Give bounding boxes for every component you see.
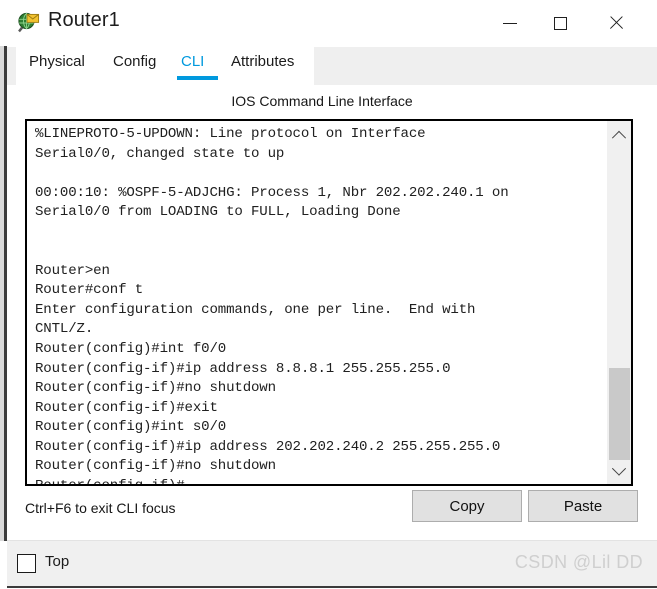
chevron-down-icon [611, 461, 627, 476]
close-button[interactable] [593, 0, 639, 46]
active-tab-indicator [177, 76, 218, 80]
terminal-output: %LINEPROTO-5-UPDOWN: Line protocol on In… [35, 126, 509, 486]
minimize-button[interactable] [487, 0, 533, 46]
router-device-icon [16, 11, 40, 35]
close-icon [608, 15, 624, 31]
top-checkbox[interactable] [17, 554, 36, 573]
cli-panel: IOS Command Line Interface %LINEPROTO-5-… [7, 85, 657, 589]
scroll-up-button[interactable] [607, 123, 631, 147]
tab-physical[interactable]: Physical [29, 53, 85, 76]
watermark: CSDN @Lil DD [514, 552, 643, 572]
tab-config[interactable]: Config [113, 53, 156, 76]
cli-focus-hint: Ctrl+F6 to exit CLI focus [25, 500, 176, 516]
panel-title: IOS Command Line Interface [231, 93, 413, 109]
maximize-icon [553, 16, 567, 30]
chevron-up-icon [611, 130, 627, 145]
adjacent-window-edge [0, 0, 7, 588]
window-title: Router1 [48, 9, 120, 31]
tab-bar: Physical Config CLI Attributes [7, 47, 657, 85]
minimize-icon [503, 22, 517, 24]
bottom-bar: Top CSDN @Lil DD [7, 540, 657, 588]
tab-attributes[interactable]: Attributes [231, 53, 294, 76]
terminal-scrollbar[interactable] [606, 121, 631, 484]
top-checkbox-label: Top [45, 553, 70, 570]
copy-button[interactable]: Copy [412, 490, 522, 522]
scroll-down-button[interactable] [607, 458, 631, 482]
scrollbar-thumb[interactable] [609, 368, 630, 460]
tab-cli[interactable]: CLI [181, 53, 204, 76]
title-bar: Router1 [7, 0, 657, 47]
router-properties-window: Router1 Physical Config CLI Attributes I… [7, 0, 657, 589]
terminal-area[interactable]: %LINEPROTO-5-UPDOWN: Line protocol on In… [25, 119, 633, 486]
desktop-background: Router1 Physical Config CLI Attributes I… [0, 0, 657, 589]
paste-button[interactable]: Paste [528, 490, 638, 522]
maximize-button[interactable] [537, 0, 583, 46]
